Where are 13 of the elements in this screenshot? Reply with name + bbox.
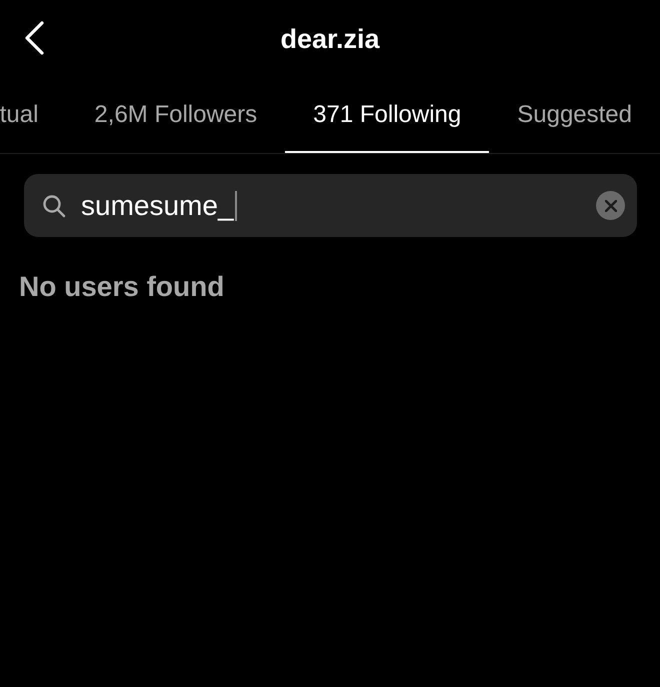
close-icon [604,200,616,212]
search-field[interactable]: sumesume_ [24,174,637,237]
tab[interactable]: tual [0,78,66,153]
search-query: sumesume_ [81,190,234,222]
empty-message: No users found [19,271,226,303]
header-title: dear.zia [280,24,380,54]
tab[interactable]: 2,6M Followers [66,78,286,153]
back-icon[interactable] [24,21,44,55]
tab[interactable]: Suggested [489,78,660,153]
search-icon [42,194,66,218]
text-cursor [234,190,237,220]
tab[interactable]: 371 Following [285,78,490,153]
clear-button[interactable] [596,191,625,220]
